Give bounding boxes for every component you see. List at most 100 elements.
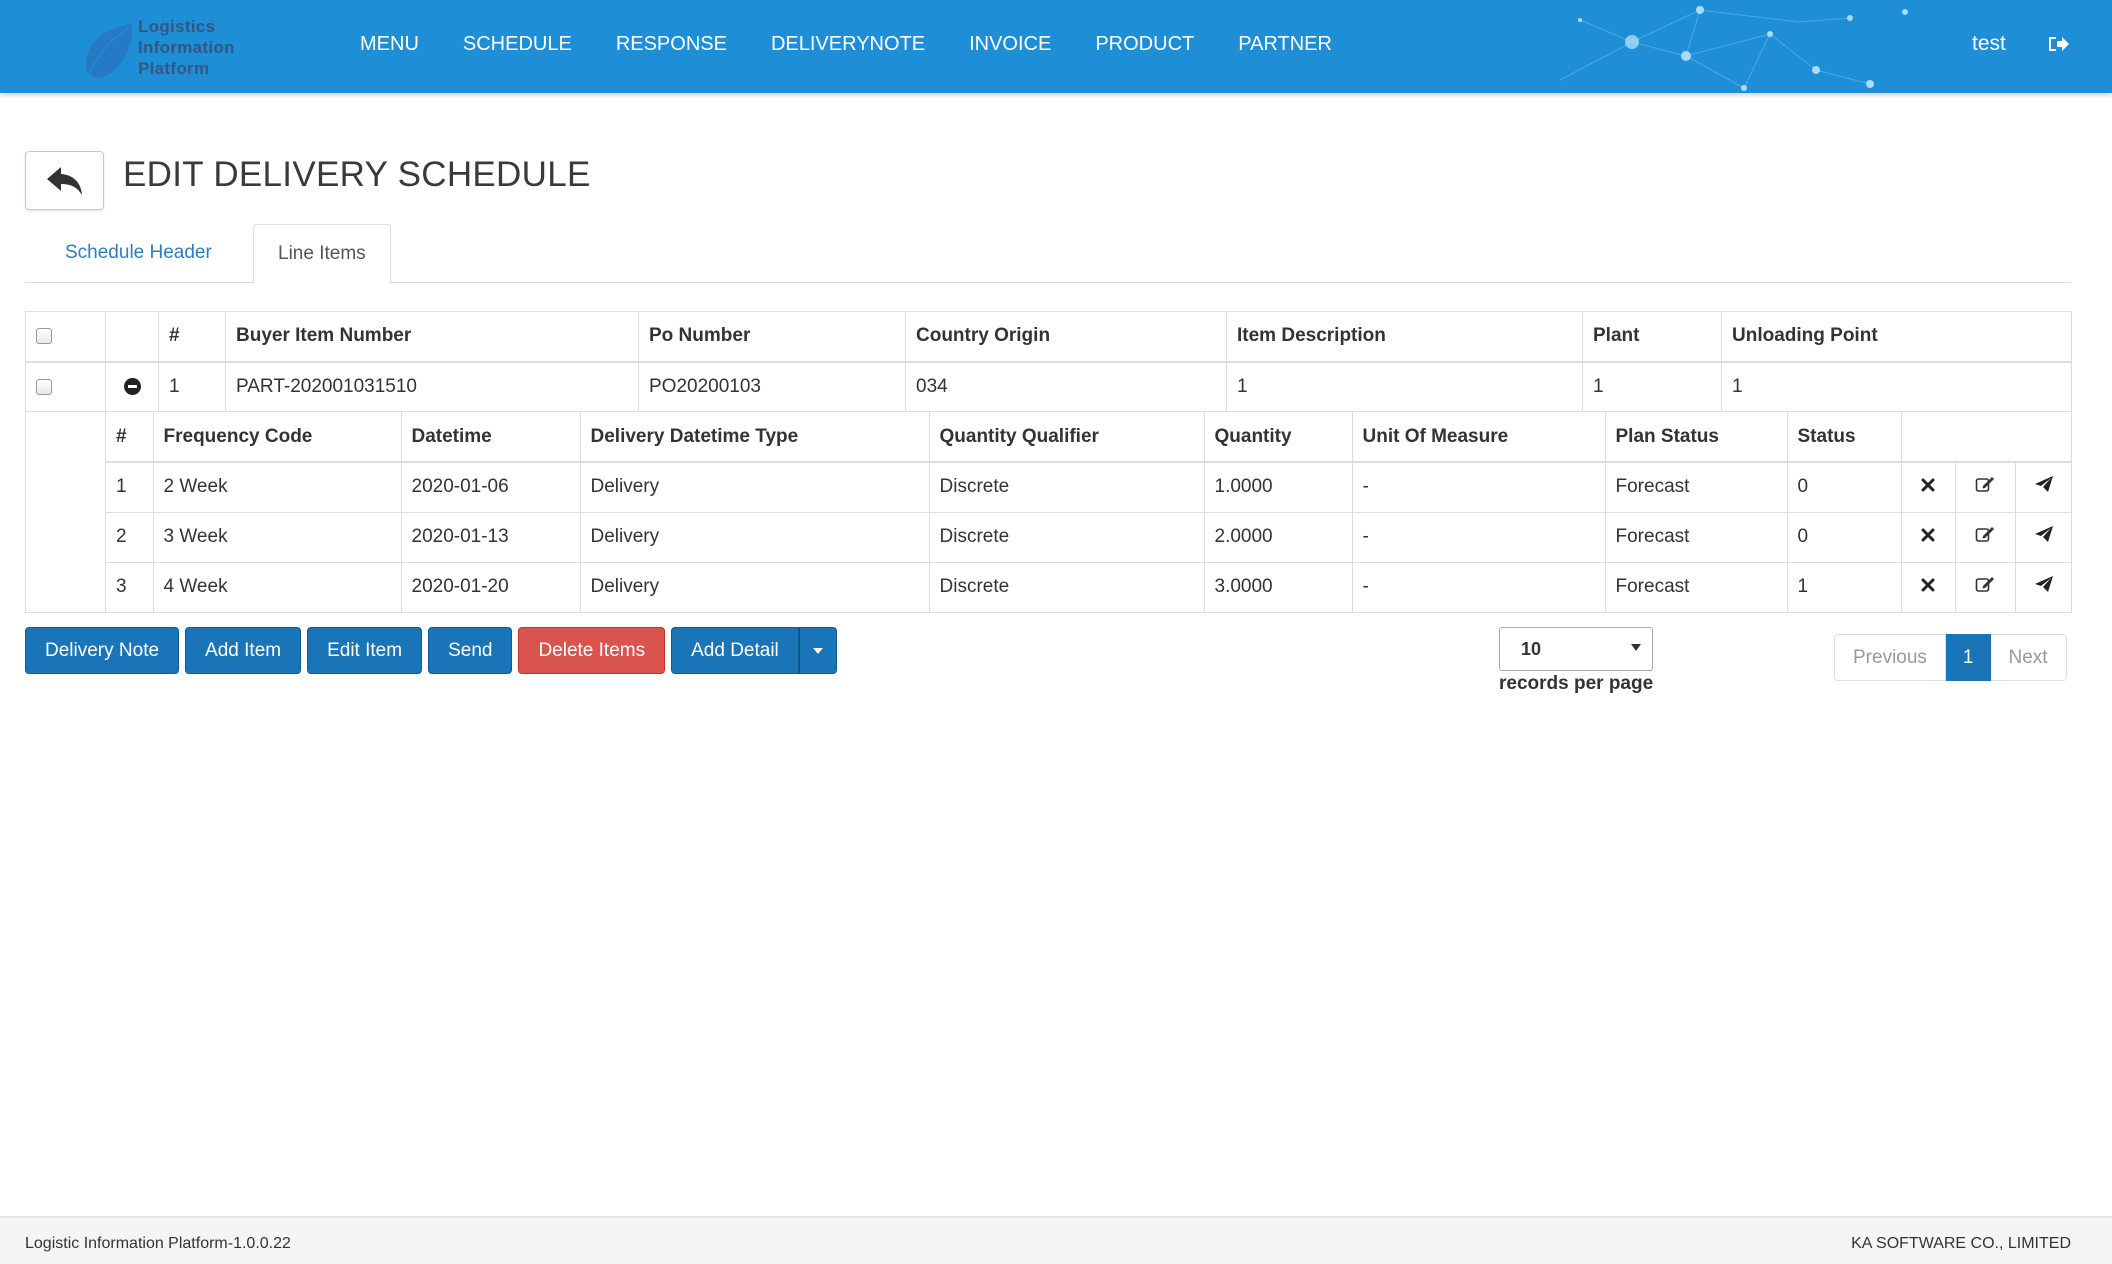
- cell-item-description: 1: [1226, 361, 1583, 412]
- page-1-button[interactable]: 1: [1945, 634, 1991, 681]
- detail-cell-status: 0: [1786, 461, 1902, 513]
- times-icon: [1921, 578, 1935, 592]
- detail-cell-plan-status: Forecast: [1604, 561, 1788, 612]
- column-header-buyer-item-number[interactable]: Buyer Item Number: [225, 311, 639, 363]
- records-per-page-label: records per page: [1499, 673, 1654, 694]
- detail-cell-quantity: 2.0000: [1203, 511, 1353, 563]
- detail-header-unit-of-measure[interactable]: Unit Of Measure: [1351, 412, 1606, 463]
- footer-version: Logistic Information Platform-1.0.0.22: [25, 1235, 291, 1252]
- page-title: EDIT DELIVERY SCHEDULE: [123, 155, 591, 194]
- line-items-header-row: # Buyer Item Number Po Number Country Or…: [25, 311, 2072, 363]
- detail-cell-frequency-code: 4 Week: [152, 561, 402, 612]
- detail-header-status[interactable]: Status: [1786, 412, 1902, 463]
- detail-header-frequency-code[interactable]: Frequency Code: [152, 412, 402, 463]
- detail-cell-frequency-code: 2 Week: [152, 461, 402, 513]
- user-name[interactable]: test: [1972, 0, 2006, 88]
- edit-detail-button[interactable]: [1954, 561, 2016, 612]
- footer: Logistic Information Platform-1.0.0.22 K…: [0, 1216, 2112, 1264]
- line-items-table: # Buyer Item Number Po Number Country Or…: [25, 311, 2073, 613]
- tab-line-items[interactable]: Line Items: [253, 224, 391, 284]
- nav-invoice[interactable]: INVOICE: [947, 0, 1073, 93]
- detail-cell-delivery-datetime-type: Delivery: [579, 511, 930, 563]
- send-detail-button[interactable]: [2014, 461, 2073, 513]
- caret-down-icon: [812, 647, 823, 654]
- reply-icon: [46, 166, 82, 195]
- nav-product[interactable]: PRODUCT: [1073, 0, 1216, 93]
- nav-schedule[interactable]: SCHEDULE: [441, 0, 594, 93]
- detail-cell-no: 1: [106, 461, 154, 513]
- next-page-button[interactable]: Next: [1990, 634, 2067, 681]
- detail-header-quantity-qualifier[interactable]: Quantity Qualifier: [928, 412, 1205, 463]
- detail-cell-quantity-qualifier: Discrete: [928, 461, 1205, 513]
- select-all-checkbox[interactable]: [36, 328, 52, 345]
- cell-po-number: PO20200103: [638, 361, 906, 412]
- detail-row-item[interactable]: 1 2 Week 2020-01-06 Delivery Discrete 1.…: [106, 461, 2073, 513]
- logo-text: Logistics Information Platform: [138, 17, 235, 78]
- add-detail-dropdown-toggle[interactable]: [798, 627, 837, 674]
- column-header-country-origin[interactable]: Country Origin: [905, 311, 1227, 363]
- detail-cell-unit-of-measure: -: [1351, 561, 1606, 612]
- delete-items-button[interactable]: Delete Items: [518, 627, 666, 674]
- send-detail-button[interactable]: [2014, 511, 2073, 563]
- detail-cell-no: 2: [106, 511, 154, 563]
- collapse-cell: [105, 361, 159, 412]
- previous-page-button[interactable]: Previous: [1834, 634, 1946, 681]
- detail-cell-delivery-datetime-type: Delivery: [579, 461, 930, 513]
- nav-menu[interactable]: MENU: [338, 0, 441, 93]
- detail-cell-unit-of-measure: -: [1351, 461, 1606, 513]
- expand-header-cell: [105, 311, 159, 363]
- column-header-plant[interactable]: Plant: [1582, 311, 1722, 363]
- select-all-cell: [25, 311, 106, 363]
- leaf-logo-icon: [85, 24, 133, 79]
- column-header-unloading-point[interactable]: Unloading Point: [1721, 311, 2072, 363]
- edit-detail-button[interactable]: [1954, 511, 2016, 563]
- cell-plant: 1: [1582, 361, 1722, 412]
- detail-header-datetime[interactable]: Datetime: [400, 412, 581, 463]
- caret-down-icon: [1631, 644, 1641, 651]
- detail-cell-status: 0: [1786, 511, 1902, 563]
- column-header-item-description[interactable]: Item Description: [1226, 311, 1583, 363]
- row-checkbox[interactable]: [36, 378, 52, 395]
- detail-indent-cell: [25, 411, 106, 613]
- delete-detail-button[interactable]: [1900, 511, 1956, 563]
- detail-row-item[interactable]: 3 4 Week 2020-01-20 Delivery Discrete 3.…: [106, 561, 2073, 612]
- add-detail-button[interactable]: Add Detail: [671, 627, 799, 674]
- add-item-button[interactable]: Add Item: [185, 627, 302, 674]
- sign-out-icon[interactable]: [2046, 32, 2070, 56]
- detail-header-plan-status[interactable]: Plan Status: [1604, 412, 1788, 463]
- edit-detail-button[interactable]: [1954, 461, 2016, 513]
- detail-cell-frequency-code: 3 Week: [152, 511, 402, 563]
- tab-schedule-header[interactable]: Schedule Header: [41, 224, 236, 283]
- minus-circle-icon[interactable]: [123, 378, 141, 396]
- back-button[interactable]: [25, 151, 104, 210]
- detail-cell-quantity-qualifier: Discrete: [928, 511, 1205, 563]
- table-row[interactable]: 1 PART-202001031510 PO20200103 034 1 1 1: [25, 361, 2072, 412]
- detail-container: # Frequency Code Datetime Delivery Datet…: [105, 411, 2073, 613]
- column-header-po-number[interactable]: Po Number: [638, 311, 906, 363]
- nav-response[interactable]: RESPONSE: [594, 0, 749, 93]
- delete-detail-button[interactable]: [1900, 461, 1956, 513]
- row-select-cell: [25, 361, 106, 412]
- page-size-value: 10: [1521, 639, 1542, 659]
- detail-row-item[interactable]: 2 3 Week 2020-01-13 Delivery Discrete 2.…: [106, 511, 2073, 563]
- pagination: Previous 1 Next: [1834, 634, 2067, 681]
- cell-buyer-item-number: PART-202001031510: [225, 361, 639, 412]
- detail-cell-delivery-datetime-type: Delivery: [579, 561, 930, 612]
- delivery-note-button[interactable]: Delivery Note: [25, 627, 180, 674]
- cell-no: 1: [158, 361, 226, 412]
- edit-icon: [1975, 527, 1994, 542]
- send-button[interactable]: Send: [428, 627, 513, 674]
- column-header-no[interactable]: #: [158, 311, 226, 363]
- detail-header-delivery-datetime-type[interactable]: Delivery Datetime Type: [579, 412, 930, 463]
- send-detail-button[interactable]: [2014, 561, 2073, 612]
- detail-header-no[interactable]: #: [106, 412, 154, 463]
- app-logo[interactable]: Logistics Information Platform: [80, 14, 270, 84]
- nav-deliverynote[interactable]: DELIVERYNOTE: [749, 0, 947, 93]
- detail-header-actions: [1900, 412, 2073, 463]
- send-icon: [2034, 576, 2053, 593]
- nav-partner[interactable]: PARTNER: [1216, 0, 1354, 93]
- edit-item-button[interactable]: Edit Item: [307, 627, 423, 674]
- delete-detail-button[interactable]: [1900, 561, 1956, 612]
- detail-header-quantity[interactable]: Quantity: [1203, 412, 1353, 463]
- page-size-select[interactable]: 10: [1499, 627, 1653, 671]
